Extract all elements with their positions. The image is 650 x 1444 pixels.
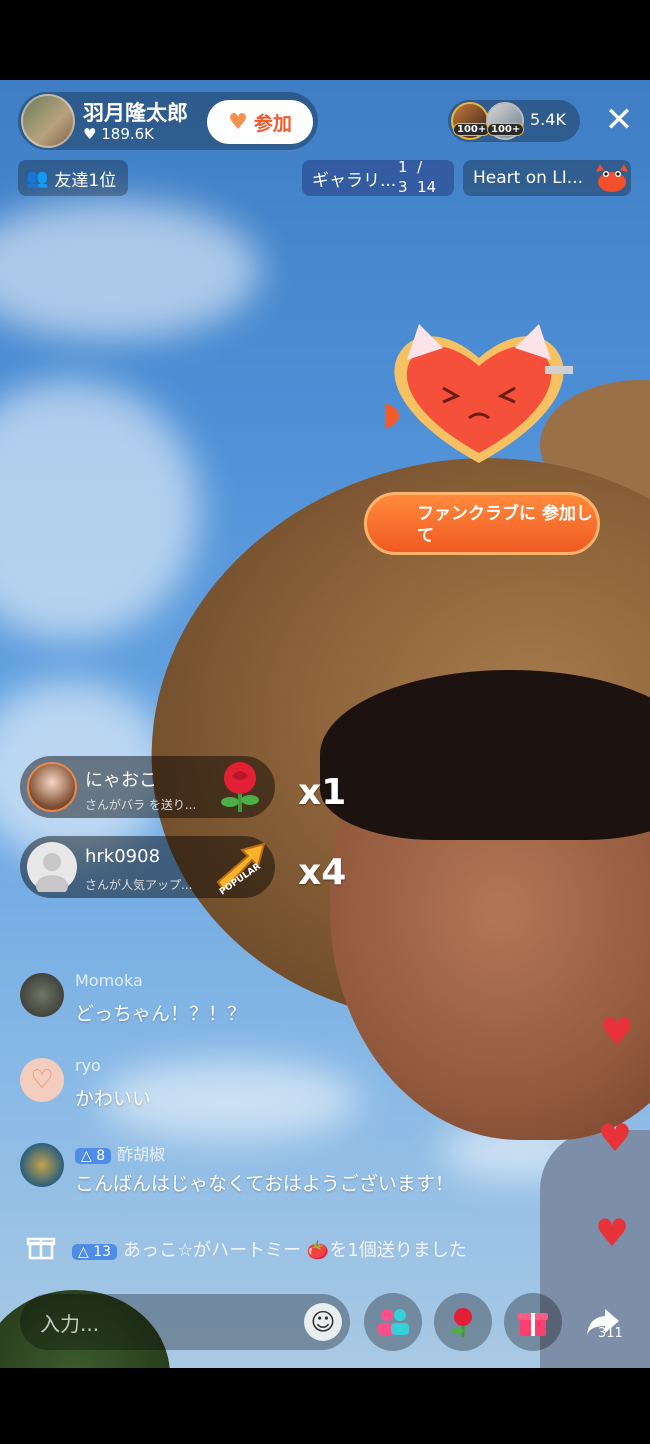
friends-rank-label: 友達1位 [54, 170, 117, 191]
fanclub-mascot[interactable] [385, 318, 573, 468]
join-button[interactable]: ♥ 参加 [207, 100, 313, 144]
floating-heart-icon: ♥ [600, 1010, 635, 1054]
gift-system-message: △ 13 あっこ☆がハートミー 🍅を1個送りました [72, 1236, 467, 1262]
gifter-name: にゃおこ [85, 770, 157, 791]
friends-rank-chip[interactable]: 👥 友達1位 [18, 160, 128, 196]
close-icon[interactable]: ✕ [602, 102, 636, 138]
share-count: 311 [598, 1326, 623, 1341]
host-avatar[interactable] [21, 94, 75, 148]
join-button-label: 参加 [253, 112, 292, 135]
gift-multiplier: x4 [298, 852, 347, 893]
cloud [0, 380, 200, 640]
rose-icon [451, 1308, 472, 1337]
chat-user-line: △ 8 酢胡椒 [75, 1141, 165, 1165]
guest-button[interactable] [364, 1293, 422, 1351]
level-number: 13 [93, 1244, 112, 1260]
chat-username[interactable]: Momoka [75, 971, 143, 990]
cloud [0, 200, 260, 340]
guests-icon [378, 1309, 409, 1335]
crab-icon [596, 164, 628, 192]
gallery-current: 1 [398, 158, 408, 176]
chat-message: どっちゃん！？！？ [75, 1003, 247, 1025]
gift-button[interactable] [504, 1293, 562, 1351]
comment-input-placeholder: 入力... [40, 1312, 100, 1336]
gift-multiplier: x1 [298, 772, 347, 813]
gallery-total: 14 [417, 178, 437, 196]
host-likes-count: 189.6K [101, 125, 155, 143]
chat-username[interactable]: 酢胡椒 [117, 1145, 165, 1164]
join-fanclub-button[interactable]: ファンクラブに 参加して [364, 492, 600, 555]
chat-message: かわいい [75, 1088, 152, 1110]
gallery-separator: / [417, 158, 423, 176]
floating-heart-icon: ♥ [595, 1211, 630, 1255]
gift-description: さんがバラ を送り... [85, 798, 197, 812]
heart-icon: ♥ [83, 125, 97, 143]
emoji-icon[interactable]: ☺ [304, 1303, 342, 1341]
level-number: 8 [96, 1148, 106, 1164]
viewer-badge: 100+ [487, 123, 525, 136]
level-badge: △ 13 [72, 1244, 118, 1260]
gifter-name: hrk0908 [85, 846, 161, 867]
rose-icon [221, 762, 259, 812]
popular-arrow-icon: POPULAR [216, 842, 266, 897]
floating-heart-icon: ♥ [598, 1116, 633, 1160]
level-badge: △ 8 [75, 1148, 112, 1164]
chat-message: こんばんはじゃなくておはようございます！ [75, 1173, 454, 1195]
gifter-avatar[interactable] [27, 762, 77, 812]
gift-message-text: あっこ☆がハートミー 🍅を1個送りました [123, 1240, 467, 1261]
heart-plus-icon: ♥ [228, 109, 248, 135]
chat-avatar[interactable] [20, 1143, 64, 1187]
chat-username[interactable]: ryo [75, 1056, 101, 1075]
gifter-avatar[interactable] [27, 842, 77, 897]
share-button[interactable] [574, 1293, 632, 1351]
viewer-badge: 100+ [453, 123, 491, 136]
gift-icon [518, 1313, 548, 1336]
chat-avatar[interactable] [20, 973, 64, 1017]
gift-box-icon[interactable] [26, 1232, 56, 1262]
default-avatar-icon [36, 853, 68, 897]
gallery-progress: 1 / 3 14 [398, 157, 436, 197]
chat-avatar[interactable]: ♡ [20, 1058, 64, 1102]
heart-outline-icon: ♡ [30, 1065, 54, 1095]
viewer-count[interactable]: 5.4K [530, 110, 566, 129]
gallery-label: ギャラリ... [312, 170, 397, 191]
gallery-left: 3 [398, 178, 408, 196]
heart-on-live-label: Heart on LI... [473, 168, 583, 188]
rose-gift-button[interactable] [434, 1293, 492, 1351]
host-likes: ♥ 189.6K [83, 125, 154, 143]
users-icon: 👥 [26, 167, 49, 189]
host-name: 羽月隆太郎 [83, 101, 188, 125]
gift-description: さんが人気アップ... [85, 878, 193, 892]
